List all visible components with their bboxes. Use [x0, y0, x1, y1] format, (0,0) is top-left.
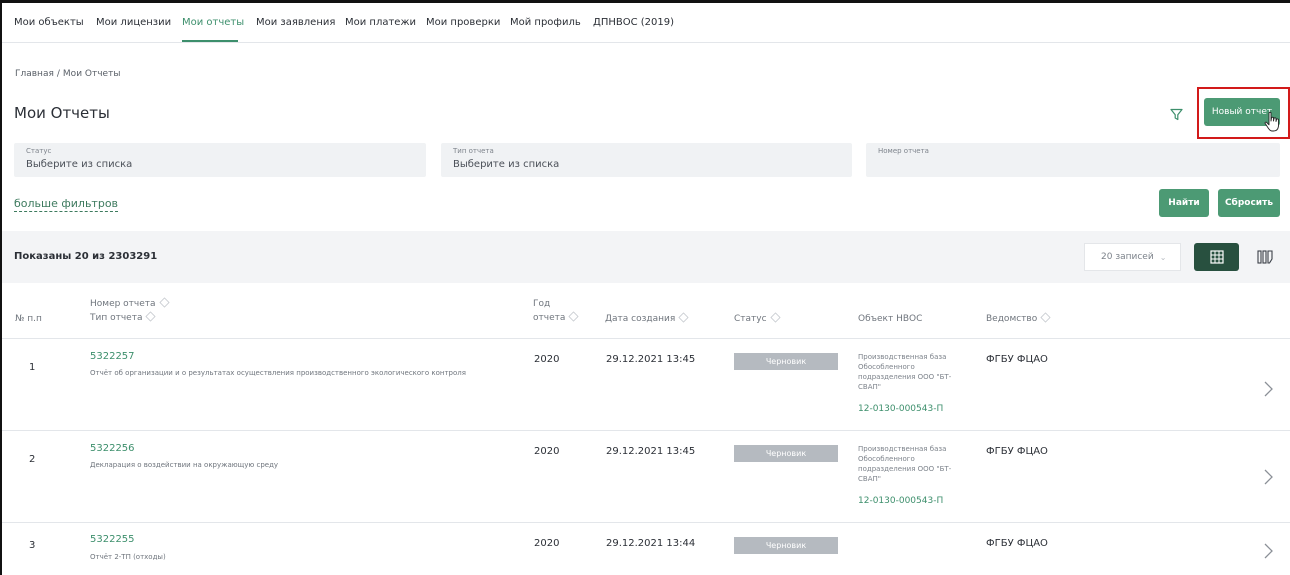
object-name: Производственная база Обособленного подр…: [858, 445, 952, 483]
object-code-link[interactable]: 12-0130-000543-П: [858, 496, 943, 506]
nav-item-reports[interactable]: Мои отчеты: [182, 17, 244, 28]
results-count: Показаны 20 из 2303291: [14, 251, 158, 262]
per-page-value: 20 записей: [1101, 252, 1154, 262]
table-row[interactable]: 3 5322255 Отчёт 2-ТП (отходы) 2020 29.12…: [2, 522, 1290, 575]
sort-icon: [158, 297, 170, 308]
row-index: 2: [29, 454, 36, 465]
created-date: 29.12.2021 13:45: [606, 354, 696, 365]
status-value: Выберите из списка: [26, 159, 133, 170]
card-view-icon: [1256, 250, 1273, 264]
chevron-down-icon: ⌄: [1159, 252, 1167, 262]
created-date: 29.12.2021 13:45: [606, 446, 696, 457]
sort-icon: [1040, 312, 1051, 323]
chevron-right-icon[interactable]: [1263, 381, 1273, 397]
report-number-label: Номер отчета: [878, 147, 929, 155]
nav-item-inspections[interactable]: Мои проверки: [426, 17, 500, 28]
sort-icon: [678, 312, 689, 323]
breadcrumb: Главная / Мои Отчеты: [15, 69, 121, 79]
chevron-right-icon[interactable]: [1263, 543, 1273, 559]
sort-icon: [769, 312, 781, 323]
header-report-number[interactable]: Номер отчета: [90, 297, 170, 311]
department-name: ФГБУ ФЦАО: [986, 446, 1048, 457]
active-tab-underline: [182, 40, 238, 42]
table-row[interactable]: 2 5322256 Декларация о воздействии на ок…: [2, 430, 1290, 522]
report-type-text: Декларация о воздействии на окружающую с…: [90, 461, 279, 469]
top-navigation: Мои объекты Мои лицензии Мои отчеты Мои …: [2, 3, 1290, 43]
grid-icon: [1209, 250, 1224, 264]
reset-button[interactable]: Сбросить: [1218, 189, 1280, 217]
status-select[interactable]: Статус Выберите из списка: [14, 143, 426, 177]
breadcrumb-current: Мои Отчеты: [62, 69, 121, 79]
nav-item-dpnvos[interactable]: ДПНВОС (2019): [593, 17, 674, 28]
nav-item-applications[interactable]: Мои заявления: [256, 17, 335, 28]
header-created[interactable]: Дата создания: [605, 312, 689, 326]
status-badge: Черновик: [734, 445, 838, 462]
header-object: Объект НВОС: [858, 314, 923, 324]
report-number-link[interactable]: 5322257: [90, 351, 135, 362]
sort-icon: [145, 311, 157, 322]
header-department[interactable]: Ведомство: [986, 312, 1051, 326]
report-number-link[interactable]: 5322256: [90, 443, 135, 454]
object-code-link[interactable]: 12-0130-000543-П: [858, 404, 943, 414]
report-year: 2020: [534, 354, 560, 365]
nav-item-payments[interactable]: Мои платежи: [345, 17, 416, 28]
grid-view-toggle[interactable]: [1194, 243, 1239, 271]
hand-cursor-icon: [1264, 111, 1279, 132]
more-filters-link[interactable]: больше фильтров: [14, 197, 119, 212]
report-type-text: Отчёт 2-ТП (отходы): [90, 553, 166, 561]
card-view-toggle[interactable]: [1247, 243, 1282, 271]
department-name: ФГБУ ФЦАО: [986, 354, 1048, 365]
summary-bar: Показаны 20 из 2303291 20 записей ⌄: [2, 231, 1290, 283]
department-name: ФГБУ ФЦАО: [986, 538, 1048, 549]
report-number-input[interactable]: Номер отчета: [866, 143, 1280, 177]
breadcrumb-home[interactable]: Главная: [15, 69, 54, 79]
status-label: Статус: [26, 147, 52, 155]
header-index: № п.п: [15, 314, 42, 324]
report-number-link[interactable]: 5322255: [90, 534, 135, 545]
table-row[interactable]: 1 5322257 Отчёт об организации и о резул…: [2, 338, 1290, 430]
chevron-right-icon[interactable]: [1263, 469, 1273, 485]
row-index: 1: [29, 362, 36, 373]
header-status[interactable]: Статус: [734, 312, 781, 326]
sort-icon: [568, 311, 579, 322]
report-type-select[interactable]: Тип отчета Выберите из списка: [441, 143, 852, 177]
report-year: 2020: [534, 446, 560, 457]
per-page-select[interactable]: 20 записей ⌄: [1084, 243, 1181, 271]
header-year[interactable]: Год отчета: [533, 297, 579, 325]
status-badge: Черновик: [734, 353, 838, 370]
header-report-type[interactable]: Тип отчета: [90, 311, 157, 325]
page-title: Мои Отчеты: [14, 104, 110, 122]
report-type-text: Отчёт об организации и о результатах осу…: [90, 369, 466, 377]
row-index: 3: [29, 540, 36, 551]
report-year: 2020: [534, 538, 560, 549]
report-type-label: Тип отчета: [453, 147, 494, 155]
status-badge: Черновик: [734, 537, 838, 554]
find-button[interactable]: Найти: [1159, 189, 1209, 217]
object-name: Производственная база Обособленного подр…: [858, 353, 952, 391]
report-type-value: Выберите из списка: [453, 159, 560, 170]
filter-icon[interactable]: [1170, 108, 1183, 121]
nav-item-licenses[interactable]: Мои лицензии: [96, 17, 171, 28]
nav-item-objects[interactable]: Мои объекты: [14, 17, 84, 28]
nav-item-profile[interactable]: Мой профиль: [510, 17, 581, 28]
created-date: 29.12.2021 13:44: [606, 538, 696, 549]
